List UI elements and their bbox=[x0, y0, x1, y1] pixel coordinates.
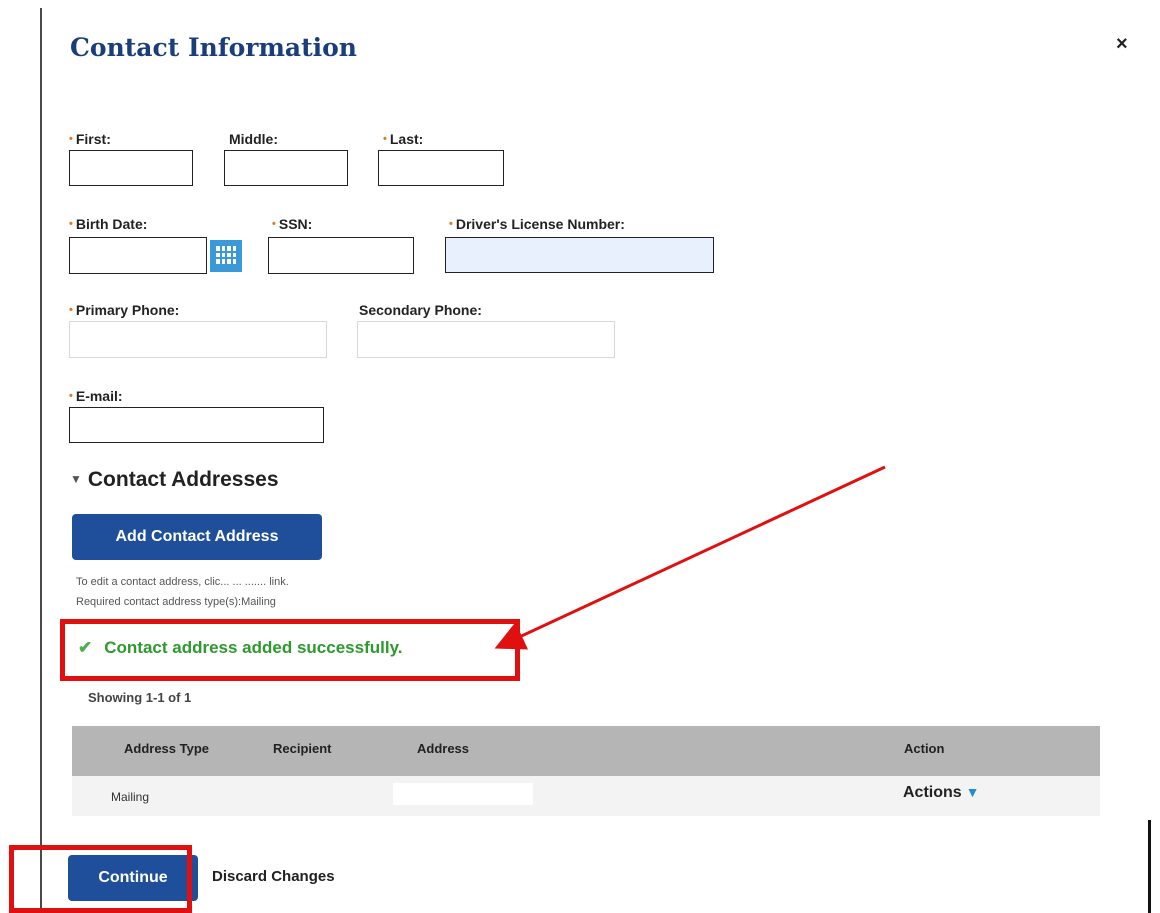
calendar-icon[interactable] bbox=[210, 240, 242, 272]
required-marker: • bbox=[69, 304, 73, 316]
column-header-recipient[interactable]: Recipient bbox=[273, 741, 332, 756]
ssn-input[interactable] bbox=[268, 237, 414, 274]
email-input[interactable] bbox=[69, 407, 324, 443]
discard-changes-button[interactable]: Discard Changes bbox=[212, 868, 335, 885]
column-header-action: Action bbox=[904, 741, 945, 756]
primary-phone-input[interactable] bbox=[69, 321, 327, 358]
pagination-summary: Showing 1-1 of 1 bbox=[88, 690, 192, 705]
required-marker: • bbox=[69, 133, 73, 145]
last-name-input[interactable] bbox=[378, 150, 504, 186]
birth-date-label: • Birth Date: bbox=[69, 216, 148, 232]
chevron-down-icon: ▼ bbox=[70, 472, 82, 486]
column-header-address-type[interactable]: Address Type bbox=[124, 741, 209, 756]
secondary-phone-label: Secondary Phone: bbox=[359, 302, 482, 318]
column-header-address[interactable]: Address bbox=[417, 741, 469, 756]
required-marker: • bbox=[69, 218, 73, 230]
edit-address-hint: To edit a contact address, clic... ... .… bbox=[76, 576, 289, 588]
dialog-title: Contact Information bbox=[70, 33, 357, 62]
email-label: • E-mail: bbox=[69, 388, 123, 404]
annotation-box-success bbox=[60, 619, 520, 681]
drivers-license-label: • Driver's License Number: bbox=[449, 216, 625, 232]
secondary-phone-input[interactable] bbox=[357, 321, 615, 358]
triangle-down-icon: ▼ bbox=[965, 784, 980, 800]
add-contact-address-button[interactable]: Add Contact Address bbox=[72, 514, 322, 560]
actions-menu[interactable]: Actions ▼ bbox=[903, 784, 980, 802]
table-header bbox=[72, 726, 1100, 776]
middle-name-input[interactable] bbox=[224, 150, 348, 186]
cell-address-link[interactable] bbox=[393, 783, 533, 805]
middle-name-label: Middle: bbox=[229, 131, 278, 147]
required-marker: • bbox=[272, 218, 276, 230]
required-marker: • bbox=[69, 390, 73, 402]
required-marker: • bbox=[449, 218, 453, 230]
last-name-label: • Last: bbox=[383, 131, 424, 147]
first-name-label: • First: bbox=[69, 131, 111, 147]
annotation-box-continue bbox=[9, 845, 192, 913]
primary-phone-label: • Primary Phone: bbox=[69, 302, 180, 318]
required-address-hint: Required contact address type(s):Mailing bbox=[76, 596, 276, 608]
required-marker: • bbox=[383, 133, 387, 145]
drivers-license-input[interactable] bbox=[445, 237, 714, 273]
birth-date-input[interactable] bbox=[69, 237, 207, 274]
contact-addresses-section-title[interactable]: ▼ Contact Addresses bbox=[70, 468, 279, 492]
ssn-label: • SSN: bbox=[272, 216, 313, 232]
dialog-right-border bbox=[1148, 820, 1151, 913]
first-name-input[interactable] bbox=[69, 150, 193, 186]
dialog-left-border bbox=[40, 8, 42, 913]
cell-address-type: Mailing bbox=[111, 790, 150, 804]
close-icon[interactable]: × bbox=[1116, 33, 1128, 56]
